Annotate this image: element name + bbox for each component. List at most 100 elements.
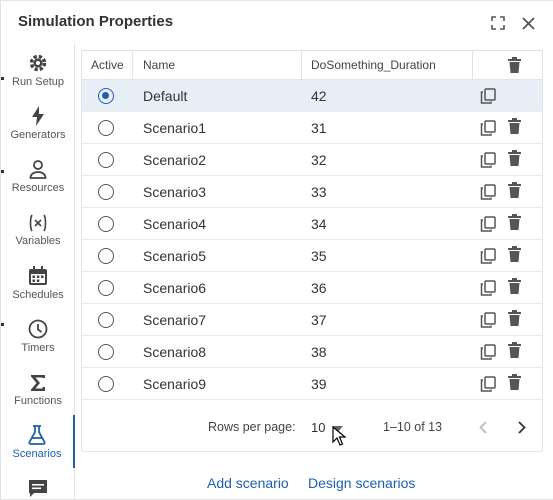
- table-row[interactable]: Scenario5 35: [82, 240, 542, 272]
- delete-button[interactable]: [505, 373, 523, 391]
- scenario-duration[interactable]: 31: [311, 112, 327, 144]
- copy-button[interactable]: [479, 279, 497, 297]
- sidebar-item-scenarios[interactable]: Scenarios: [1, 415, 75, 468]
- sidebar-item-comments[interactable]: [1, 468, 75, 500]
- scenario-duration[interactable]: 42: [311, 80, 327, 112]
- active-radio[interactable]: [98, 88, 114, 104]
- variable-icon: [29, 214, 47, 232]
- active-radio[interactable]: [98, 344, 114, 360]
- expand-button[interactable]: [488, 13, 508, 33]
- active-radio[interactable]: [98, 216, 114, 232]
- table-row[interactable]: Scenario8 38: [82, 336, 542, 368]
- active-radio[interactable]: [98, 280, 114, 296]
- copy-icon: [480, 312, 496, 328]
- column-header-active: Active: [91, 58, 124, 72]
- table-row[interactable]: Scenario7 37: [82, 304, 542, 336]
- scenario-duration[interactable]: 33: [311, 176, 327, 208]
- column-divider: [472, 51, 473, 80]
- copy-button[interactable]: [479, 151, 497, 169]
- table-row[interactable]: Scenario2 32: [82, 144, 542, 176]
- scenario-duration[interactable]: 37: [311, 304, 327, 336]
- active-radio[interactable]: [98, 312, 114, 328]
- trash-icon: [507, 182, 521, 198]
- rows-per-page-value: 10: [311, 420, 326, 435]
- trash-icon: [507, 57, 521, 73]
- panel-title: Simulation Properties: [18, 13, 174, 30]
- sidebar-item-timers[interactable]: Timers: [1, 309, 75, 362]
- scenario-duration[interactable]: 34: [311, 208, 327, 240]
- column-header-name: Name: [143, 58, 176, 72]
- sidebar-item-generators[interactable]: Generators: [1, 96, 75, 149]
- active-radio[interactable]: [98, 120, 114, 136]
- sidebar-item-schedules[interactable]: Schedules: [1, 256, 75, 309]
- delete-all-button[interactable]: [505, 56, 523, 74]
- copy-icon: [480, 216, 496, 232]
- next-page-button[interactable]: [514, 419, 530, 435]
- scenario-name: Scenario7: [143, 312, 207, 328]
- copy-icon: [480, 152, 496, 168]
- delete-button[interactable]: [505, 277, 523, 295]
- table-row[interactable]: Default 42: [82, 80, 542, 112]
- sidebar-item-functions[interactable]: Functions: [1, 362, 75, 415]
- scenario-name: Scenario4: [143, 216, 207, 232]
- trash-icon: [507, 310, 521, 326]
- column-divider: [301, 51, 302, 80]
- sidebar-item-label: Resources: [11, 182, 65, 194]
- copy-button[interactable]: [479, 343, 497, 361]
- close-button[interactable]: [518, 13, 538, 33]
- delete-button[interactable]: [505, 213, 523, 231]
- scenario-name: Scenario3: [143, 184, 207, 200]
- copy-button[interactable]: [479, 87, 497, 105]
- scenario-name: Scenario5: [143, 248, 207, 264]
- sidebar-item-resources[interactable]: Resources: [1, 149, 75, 202]
- copy-button[interactable]: [479, 119, 497, 137]
- flask-icon: [28, 425, 46, 445]
- sidebar-item-label: Schedules: [12, 289, 64, 301]
- expand-icon: [491, 16, 505, 30]
- copy-button[interactable]: [479, 247, 497, 265]
- sidebar-item-label: Generators: [10, 129, 66, 141]
- delete-button[interactable]: [505, 181, 523, 199]
- chevron-left-icon: [479, 420, 487, 434]
- properties-sidebar: Run Setup Generators Resources Variables…: [1, 43, 75, 500]
- copy-button[interactable]: [479, 311, 497, 329]
- table-row[interactable]: Scenario9 39: [82, 368, 542, 400]
- scenario-name: Scenario2: [143, 152, 207, 168]
- clock-icon: [28, 319, 48, 339]
- table-row[interactable]: Scenario6 36: [82, 272, 542, 304]
- scenario-duration[interactable]: 38: [311, 336, 327, 368]
- sidebar-item-run-setup[interactable]: Run Setup: [1, 43, 75, 96]
- delete-button[interactable]: [505, 245, 523, 263]
- copy-button[interactable]: [479, 375, 497, 393]
- add-scenario-link[interactable]: Add scenario: [207, 475, 289, 491]
- delete-button[interactable]: [505, 341, 523, 359]
- sidebar-item-label: Run Setup: [12, 76, 64, 88]
- rows-per-page-label: Rows per page:: [208, 420, 296, 434]
- trash-icon: [507, 118, 521, 134]
- delete-button[interactable]: [505, 149, 523, 167]
- scenario-duration[interactable]: 39: [311, 368, 327, 400]
- simulation-properties-panel: Simulation Properties Run Setup Generato…: [0, 0, 553, 500]
- table-row[interactable]: Scenario1 31: [82, 112, 542, 144]
- scenario-duration[interactable]: 36: [311, 272, 327, 304]
- active-radio[interactable]: [98, 248, 114, 264]
- design-scenarios-link[interactable]: Design scenarios: [308, 475, 415, 491]
- copy-button[interactable]: [479, 215, 497, 233]
- scenario-duration[interactable]: 35: [311, 240, 327, 272]
- copy-button[interactable]: [479, 183, 497, 201]
- comment-icon: [29, 480, 47, 497]
- active-radio[interactable]: [98, 376, 114, 392]
- delete-button[interactable]: [505, 117, 523, 135]
- table-row[interactable]: Scenario4 34: [82, 208, 542, 240]
- active-radio[interactable]: [98, 152, 114, 168]
- table-row[interactable]: Scenario3 33: [82, 176, 542, 208]
- sidebar-item-variables[interactable]: Variables: [1, 202, 75, 255]
- previous-page-button[interactable]: [475, 419, 491, 435]
- copy-icon: [480, 280, 496, 296]
- delete-button[interactable]: [505, 309, 523, 327]
- column-header-duration: DoSomething_Duration: [311, 58, 436, 72]
- active-radio[interactable]: [98, 184, 114, 200]
- sidebar-item-label: Variables: [15, 235, 61, 247]
- scenario-duration[interactable]: 32: [311, 144, 327, 176]
- sidebar-item-label: Functions: [14, 395, 62, 407]
